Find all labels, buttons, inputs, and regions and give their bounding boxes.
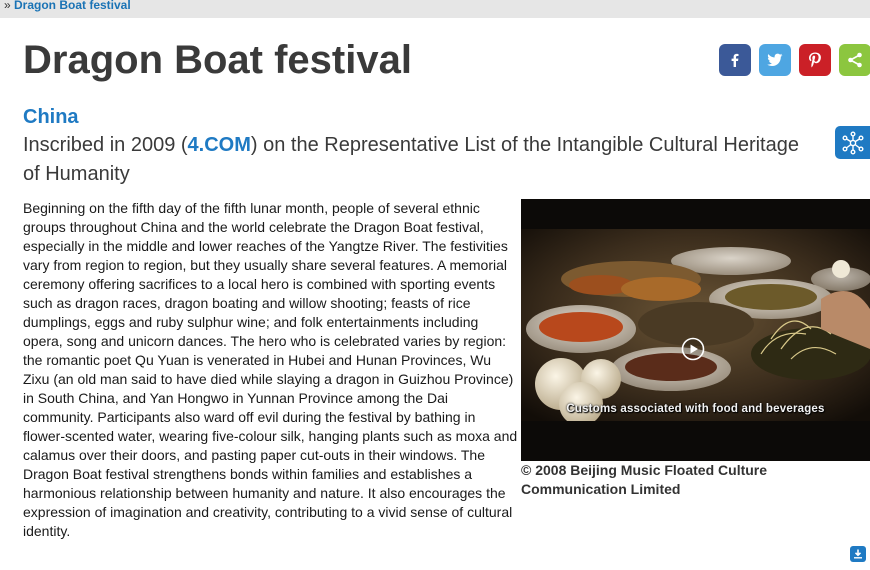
network-graph-button[interactable] [835, 126, 870, 159]
network-graph-icon [842, 131, 864, 155]
breadcrumb-separator: » [4, 0, 11, 12]
facebook-share-button[interactable] [719, 44, 751, 76]
download-button[interactable] [850, 546, 866, 562]
video-caption: Customs associated with food and beverag… [566, 403, 825, 415]
share-button[interactable] [839, 44, 870, 76]
inscription-file-link[interactable]: 4.COM [188, 134, 251, 156]
pinterest-icon [809, 52, 821, 68]
pinterest-share-button[interactable] [799, 44, 831, 76]
share-icon [848, 52, 862, 68]
inscription-prefix: Inscribed in 2009 ( [23, 134, 188, 156]
twitter-icon [767, 53, 783, 66]
page-title: Dragon Boat festival [23, 38, 412, 82]
play-icon[interactable] [681, 337, 705, 361]
country-link[interactable]: China [23, 105, 79, 129]
facebook-icon [731, 53, 739, 67]
breadcrumb: » Dragon Boat festival [0, 0, 870, 18]
video-player[interactable]: Customs associated with food and beverag… [521, 199, 870, 461]
twitter-share-button[interactable] [759, 44, 791, 76]
video-thumbnail [521, 199, 870, 461]
inscription-text: Inscribed in 2009 (4.COM) on the Represe… [23, 131, 813, 189]
video-credit: © 2008 Beijing Music Floated Culture Com… [521, 462, 768, 497]
download-icon [854, 549, 862, 559]
description-text: Beginning on the fifth day of the fifth … [23, 200, 518, 539]
breadcrumb-current-link[interactable]: Dragon Boat festival [14, 0, 131, 11]
